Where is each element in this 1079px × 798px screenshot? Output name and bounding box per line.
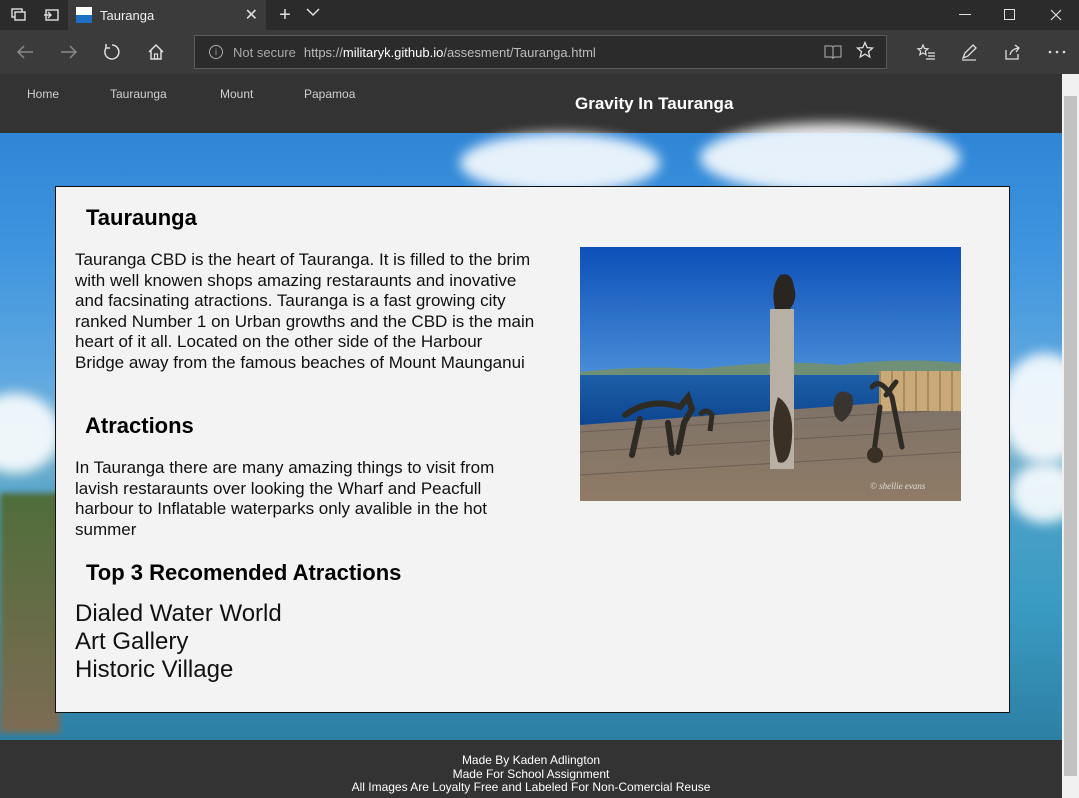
footer-author: Made By Kaden Adlington: [461, 753, 601, 767]
vertical-scrollbar[interactable]: [1062, 74, 1079, 798]
back-arrow-icon[interactable]: [10, 38, 40, 66]
list-item: Historic Village: [75, 656, 234, 683]
tab-title: Tauranga: [100, 7, 155, 23]
footer-license: All Images Are Loyalty Free and Labeled …: [351, 780, 711, 794]
set-tabs-aside-icon[interactable]: [38, 4, 64, 26]
scrollbar-thumb[interactable]: [1064, 96, 1077, 776]
content-card: Taurаunga Tauranga CBD is the heart of T…: [55, 186, 1010, 713]
favorite-star-icon[interactable]: [855, 40, 875, 64]
more-options-icon[interactable]: [1042, 38, 1072, 66]
favorites-hub-icon[interactable]: [911, 38, 941, 66]
active-tab[interactable]: Tauranga ✕: [68, 0, 266, 30]
tauranga-sculpture-photo: © shellie evans: [580, 247, 961, 501]
nav-link-tauraunga[interactable]: Taurаunga: [110, 87, 167, 101]
intro-paragraph: Tauranga CBD is the heart of Tauranga. I…: [75, 250, 535, 372]
forward-arrow-icon[interactable]: [54, 38, 84, 66]
browser-nav-bar: i Not secure https://militaryk.github.io…: [0, 30, 1079, 74]
heading-top3: Top 3 Recomended Atractions: [86, 560, 402, 585]
nav-link-home[interactable]: Home: [27, 87, 59, 101]
list-item: Dialed Water World: [75, 600, 282, 627]
url-host: militaryk.github.io: [342, 44, 444, 60]
photo-watermark: © shellie evans: [870, 481, 926, 491]
minimize-icon[interactable]: [942, 0, 988, 30]
nav-link-mount[interactable]: Mount: [220, 87, 253, 101]
site-footer: Made By Kaden Adlington Made For School …: [0, 740, 1062, 798]
top3-list: Dialed Water World Art Gallery Historic …: [75, 600, 282, 684]
chevron-down-icon[interactable]: [306, 6, 320, 20]
url-prefix: https://: [303, 44, 343, 60]
new-tab-icon[interactable]: +: [274, 4, 296, 27]
tab-manager-icon[interactable]: [6, 4, 32, 26]
close-window-icon[interactable]: [1033, 0, 1079, 30]
maximize-icon[interactable]: [987, 0, 1033, 30]
url-path: /assesment/Tauranga.html: [443, 44, 596, 60]
url-text[interactable]: https://militaryk.github.io/assesment/Ta…: [304, 45, 596, 60]
nav-link-papamoa[interactable]: Papamoa: [304, 87, 355, 101]
site-title: Gravity In Tauranga: [575, 94, 734, 113]
site-favicon-icon: [76, 7, 92, 23]
info-icon[interactable]: i: [209, 45, 223, 59]
footer-purpose: Made For School Assignment: [452, 766, 610, 781]
list-item: Art Gallery: [75, 628, 189, 655]
reading-view-icon[interactable]: [824, 44, 842, 63]
heading-tauraunga: Taurаunga: [86, 205, 197, 230]
home-icon[interactable]: [141, 38, 171, 66]
page-viewport: Home Taurаunga Mount Papamoa Gravity In …: [0, 74, 1062, 798]
address-bar[interactable]: i Not secure https://militaryk.github.io…: [194, 35, 887, 69]
site-header: Home Taurаunga Mount Papamoa Gravity In …: [0, 74, 1062, 133]
heading-atractions: Atractions: [85, 413, 194, 438]
close-tab-icon[interactable]: ✕: [245, 5, 258, 25]
refresh-icon[interactable]: [97, 38, 127, 66]
web-note-pen-icon[interactable]: [954, 38, 984, 66]
share-icon[interactable]: [998, 38, 1028, 66]
atractions-paragraph: In Tauranga there are many amazing thing…: [75, 458, 495, 539]
security-label: Not secure: [233, 44, 296, 60]
browser-tab-bar: Tauranga ✕ +: [0, 0, 1079, 30]
